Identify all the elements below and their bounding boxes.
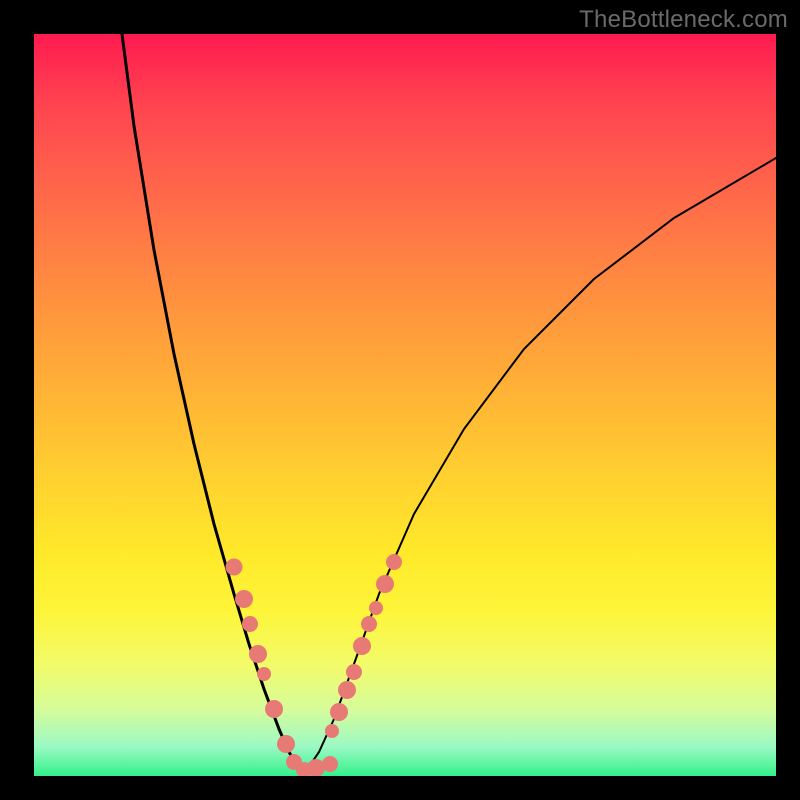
plot-area [34, 34, 776, 776]
bottleneck-curve [34, 34, 776, 776]
chart-frame: TheBottleneck.com [0, 0, 800, 800]
watermark-text: TheBottleneck.com [579, 6, 788, 34]
